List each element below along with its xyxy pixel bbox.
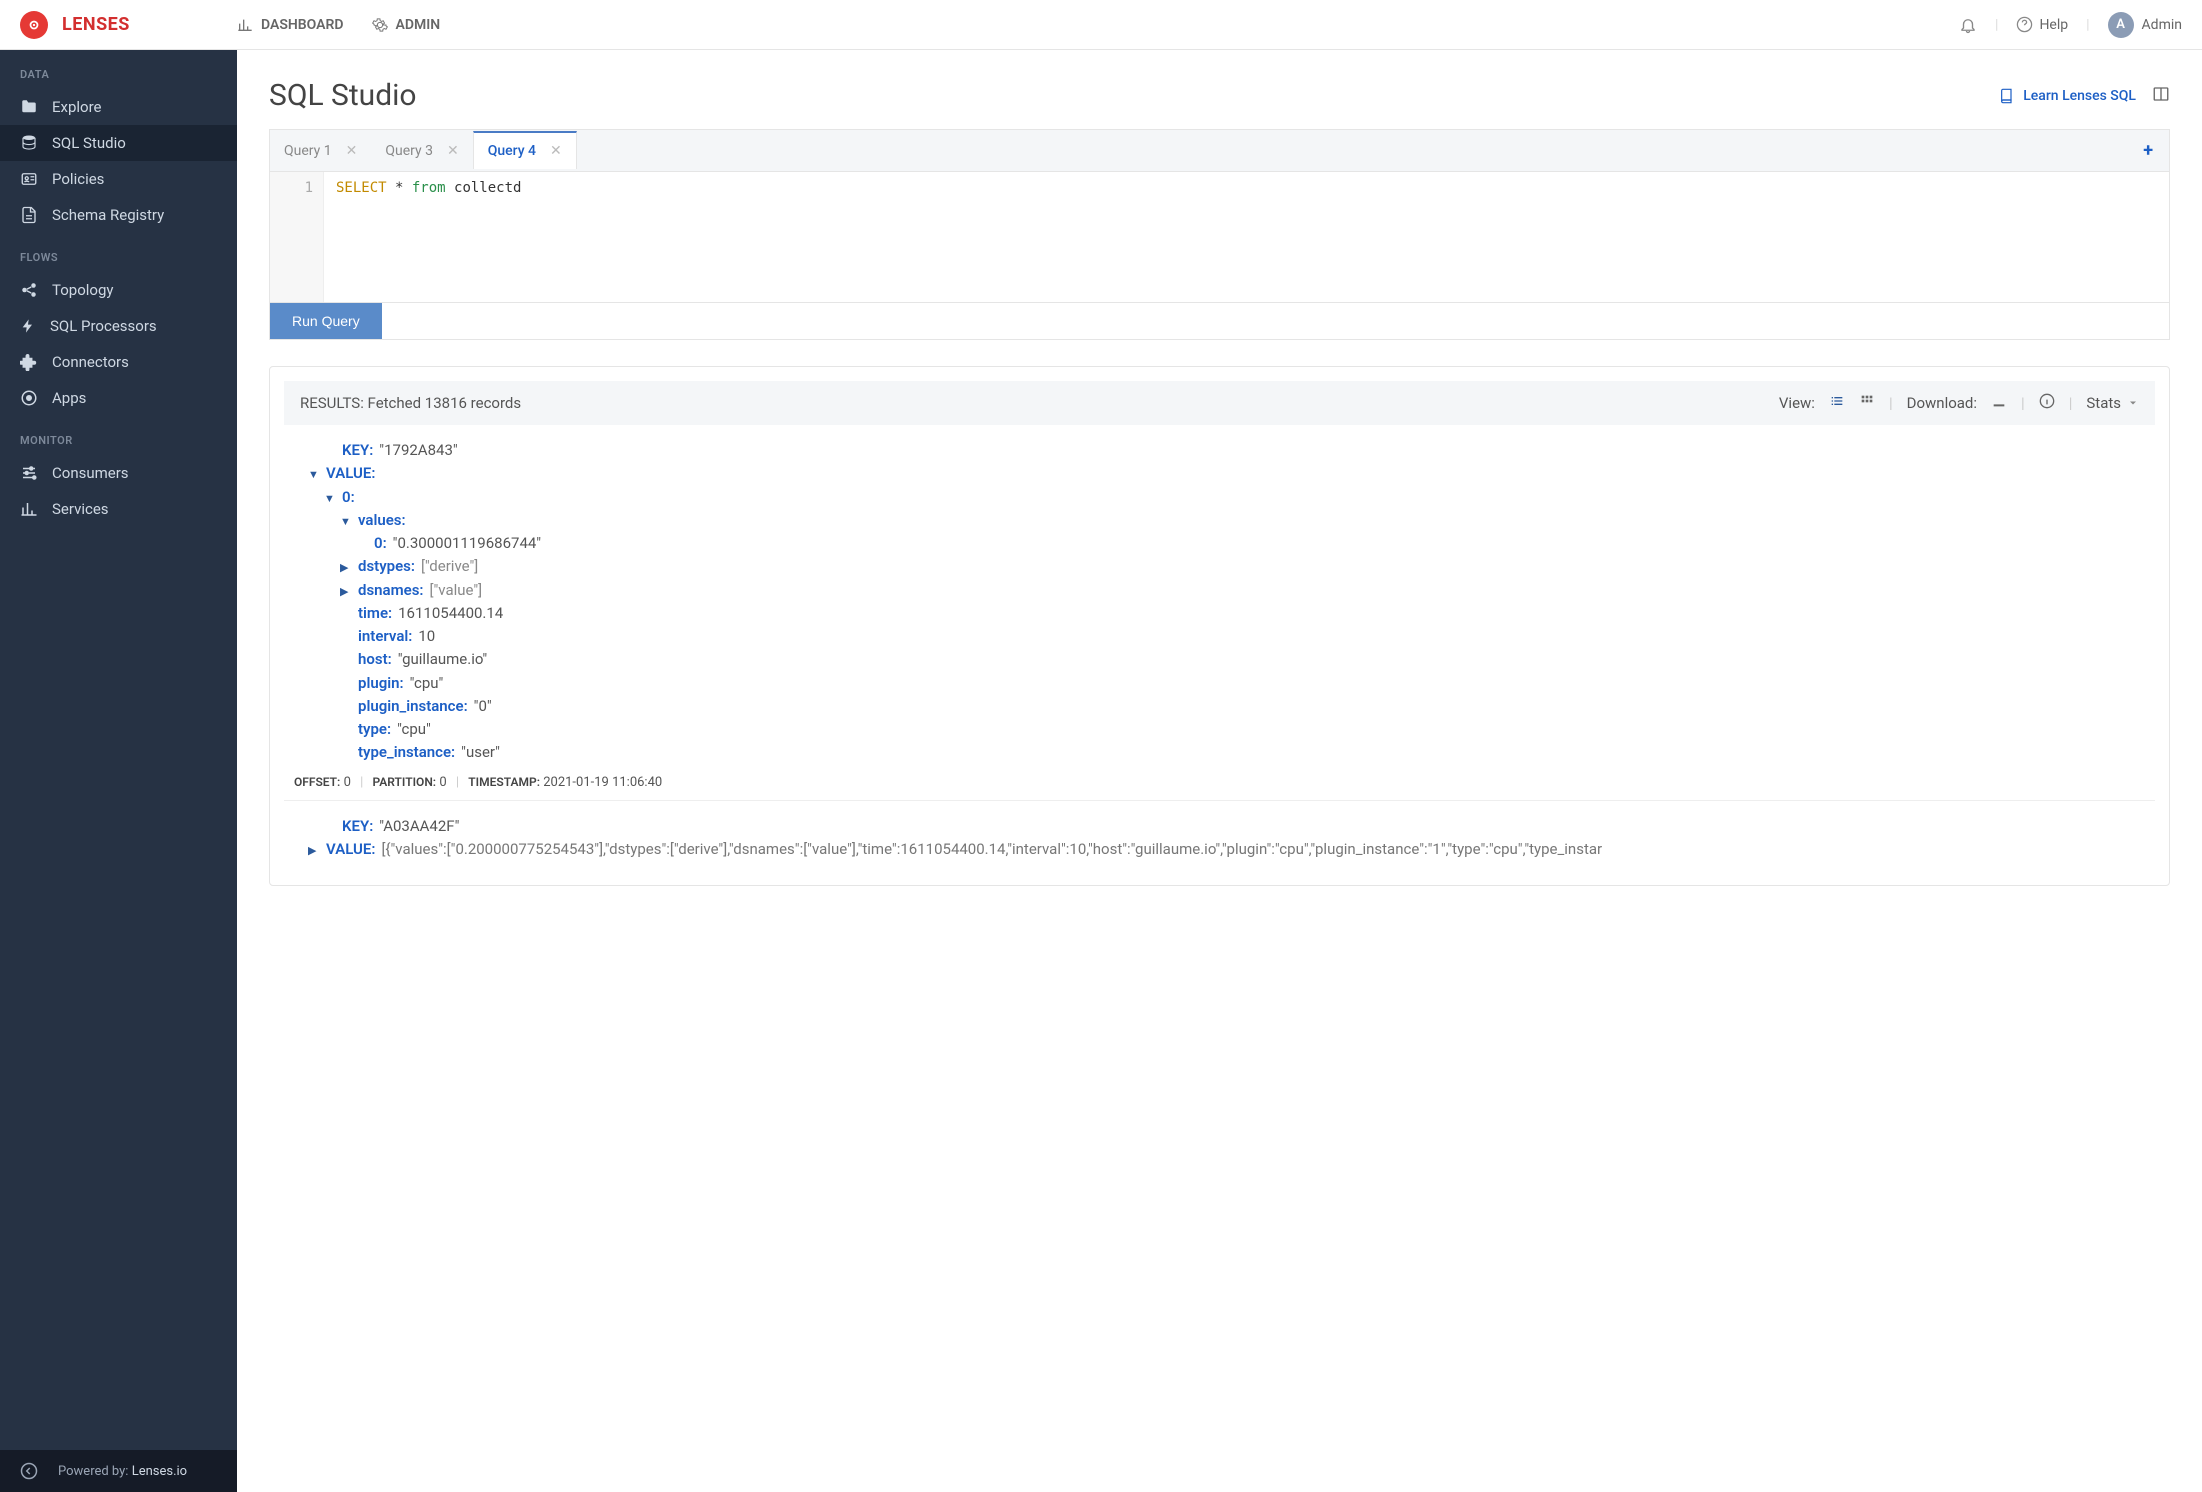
panel-toggle-button[interactable]: [2152, 85, 2170, 107]
view-grid-button[interactable]: [1859, 393, 1875, 413]
learn-lenses-sql-link[interactable]: Learn Lenses SQL: [1999, 88, 2136, 104]
caret-icon[interactable]: ▼: [324, 490, 338, 507]
bolt-icon: [20, 318, 36, 334]
document-icon: [20, 206, 38, 224]
sidebar-item-connectors[interactable]: Connectors: [0, 344, 237, 380]
info-button[interactable]: [2039, 393, 2055, 413]
sidebar-item-consumers[interactable]: Consumers: [0, 455, 237, 491]
page-title: SQL Studio: [269, 78, 417, 113]
main-content: SQL Studio Learn Lenses SQL Query 1 ✕ Qu…: [237, 50, 2202, 914]
collapse-icon[interactable]: [20, 1462, 38, 1480]
grid-icon: [1859, 393, 1875, 409]
sql-editor: 1 SELECT * from collectd Run Query: [269, 171, 2170, 340]
database-icon: [20, 134, 38, 152]
sidebar-section-monitor: MONITOR: [0, 416, 237, 455]
chevron-down-icon: [2127, 397, 2139, 409]
puzzle-icon: [20, 353, 38, 371]
sidebar-item-services[interactable]: Services: [0, 491, 237, 527]
sidebar-item-topology[interactable]: Topology: [0, 272, 237, 308]
sidebar-item-schema-registry[interactable]: Schema Registry: [0, 197, 237, 233]
sidebar-item-sql-processors[interactable]: SQL Processors: [0, 308, 237, 344]
caret-icon[interactable]: ▼: [340, 513, 354, 530]
target-icon: [20, 389, 38, 407]
code-content[interactable]: SELECT * from collectd: [324, 172, 533, 302]
gear-icon: [372, 17, 388, 33]
logo-icon: [20, 11, 48, 39]
close-icon[interactable]: ✕: [346, 143, 358, 159]
chart-icon: [20, 500, 38, 518]
sidebar-item-apps[interactable]: Apps: [0, 380, 237, 416]
stats-dropdown[interactable]: Stats: [2086, 394, 2139, 412]
header-right: | Help | A Admin: [1959, 12, 2182, 38]
query-tabs: Query 1 ✕ Query 3 ✕ Query 4 ✕ +: [269, 129, 2170, 171]
code-editor[interactable]: 1 SELECT * from collectd: [270, 172, 2169, 302]
close-icon[interactable]: ✕: [550, 143, 562, 159]
sidebar-footer: Powered by: Lenses.io: [0, 1450, 237, 1492]
add-tab-button[interactable]: +: [2127, 130, 2169, 171]
avatar: A: [2108, 12, 2134, 38]
caret-icon[interactable]: ▶: [308, 842, 322, 859]
columns-icon: [2152, 85, 2170, 103]
view-list-button[interactable]: [1829, 393, 1845, 413]
close-icon[interactable]: ✕: [447, 143, 459, 159]
record-metadata: OFFSET: 0 | PARTITION: 0 | TIMESTAMP: 20…: [294, 765, 2145, 790]
logo[interactable]: LENSES: [20, 11, 237, 39]
sidebar: DATA Explore SQL Studio Policies Schema …: [0, 50, 237, 1492]
sliders-icon: [20, 464, 38, 482]
download-icon: [1991, 393, 2007, 409]
tab-query-1[interactable]: Query 1 ✕: [270, 133, 371, 169]
sidebar-section-flows: FLOWS: [0, 233, 237, 272]
result-record: KEY:"1792A843" ▼VALUE: ▼0: ▼values: 0:"0…: [284, 425, 2155, 801]
user-menu[interactable]: A Admin: [2108, 12, 2182, 38]
run-query-button[interactable]: Run Query: [270, 303, 382, 339]
header-nav: DASHBOARD ADMIN: [237, 17, 468, 33]
caret-icon[interactable]: ▶: [340, 559, 354, 576]
page-header: SQL Studio Learn Lenses SQL: [269, 78, 2170, 113]
caret-icon[interactable]: ▼: [308, 466, 322, 483]
results-summary: RESULTS: Fetched 13816 records: [300, 394, 521, 412]
result-record: KEY:"A03AA42F" ▶VALUE:[{"values":["0.200…: [284, 801, 2155, 872]
bar-chart-icon: [237, 17, 253, 33]
download-button[interactable]: [1991, 393, 2007, 413]
info-icon: [2039, 393, 2055, 409]
share-icon: [20, 281, 38, 299]
sidebar-section-data: DATA: [0, 50, 237, 89]
sidebar-item-explore[interactable]: Explore: [0, 89, 237, 125]
nav-dashboard[interactable]: DASHBOARD: [237, 17, 344, 33]
logo-text: LENSES: [62, 14, 130, 35]
id-card-icon: [20, 170, 38, 188]
caret-icon[interactable]: ▶: [340, 583, 354, 600]
line-gutter: 1: [270, 172, 324, 302]
tab-query-4[interactable]: Query 4 ✕: [473, 131, 577, 169]
list-icon: [1829, 393, 1845, 409]
results-toolbar: RESULTS: Fetched 13816 records View: | D…: [284, 381, 2155, 425]
help-link[interactable]: Help: [2016, 16, 2068, 33]
book-icon: [1999, 88, 2015, 104]
editor-toolbar: Run Query: [270, 302, 2169, 339]
app-header: LENSES DASHBOARD ADMIN | Help | A Admin: [0, 0, 2202, 50]
sidebar-item-policies[interactable]: Policies: [0, 161, 237, 197]
sidebar-item-sql-studio[interactable]: SQL Studio: [0, 125, 237, 161]
folder-icon: [20, 98, 38, 116]
tab-query-3[interactable]: Query 3 ✕: [371, 133, 472, 169]
help-icon: [2016, 16, 2033, 33]
bell-icon[interactable]: [1959, 16, 1977, 34]
results-panel: RESULTS: Fetched 13816 records View: | D…: [269, 366, 2170, 886]
nav-admin[interactable]: ADMIN: [372, 17, 441, 33]
